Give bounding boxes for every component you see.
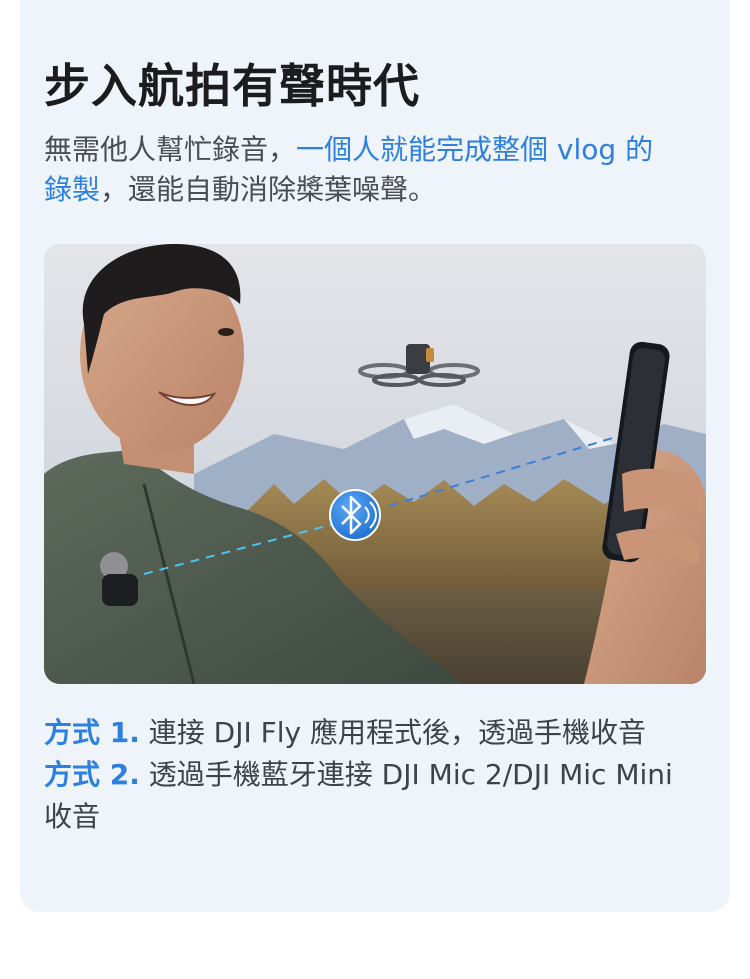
intro-text-cont: ，還能自動消除槳葉噪聲。 (100, 173, 437, 206)
person-eye (218, 328, 234, 336)
intro-highlight-cont: 錄製 (44, 173, 101, 206)
hero-photo (44, 244, 706, 684)
intro-highlight: 一個人就能完成整個 vlog 的 (296, 133, 654, 166)
method-item-2: 方式 2. 透過手機藍牙連接 DJI Mic 2/DJI Mic Mini (44, 754, 710, 796)
page-title: 步入航拍有聲時代 (44, 59, 420, 113)
intro-paragraph: 無需他人幫忙錄音，一個人就能完成整個 vlog 的錄製，還能自動消除槳葉噪聲。 (44, 130, 704, 210)
connection-methods: 方式 1. 連接 DJI Fly 應用程式後，透過手機收音 方式 2. 透過手機… (44, 712, 710, 838)
intro-text: 無需他人幫忙錄音， (44, 133, 297, 166)
hero-illustration (44, 244, 706, 684)
method-item-1: 方式 1. 連接 DJI Fly 應用程式後，透過手機收音 (44, 712, 710, 754)
method-text: 連接 DJI Fly 應用程式後，透過手機收音 (148, 716, 647, 749)
bluetooth-audio-icon (329, 489, 381, 541)
method-label: 方式 1. (44, 716, 140, 749)
method-label: 方式 2. (44, 758, 140, 791)
method-item-2-cont: 收音 (44, 796, 710, 838)
method-text: 透過手機藍牙連接 DJI Mic 2/DJI Mic Mini (148, 758, 673, 791)
method-text-cont: 收音 (44, 800, 101, 833)
